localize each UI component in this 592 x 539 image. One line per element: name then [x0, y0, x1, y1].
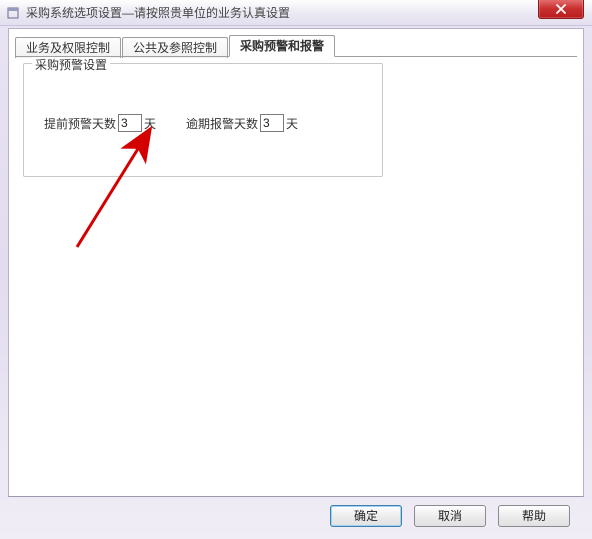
cancel-button-label: 取消: [438, 509, 462, 523]
tab-label: 业务及权限控制: [26, 41, 110, 55]
ok-button[interactable]: 确定: [330, 505, 402, 527]
groupbox-title: 采购预警设置: [32, 56, 110, 73]
tab-public-reference[interactable]: 公共及参照控制: [122, 37, 228, 58]
overdue-unit: 天: [286, 115, 298, 132]
overdue-days-input[interactable]: [260, 114, 284, 132]
dialog-button-bar: 确定 取消 帮助: [8, 501, 584, 531]
tabs-strip: 业务及权限控制 公共及参照控制 采购预警和报警: [15, 35, 577, 57]
tab-content: 采购预警设置 提前预警天数 天 逾期报警天数 天: [15, 57, 577, 490]
ok-button-label: 确定: [354, 509, 378, 523]
pre-warn-field: 提前预警天数 天: [44, 114, 156, 132]
tab-business-permission[interactable]: 业务及权限控制: [15, 37, 121, 58]
tab-purchase-warning[interactable]: 采购预警和报警: [229, 35, 335, 57]
help-button[interactable]: 帮助: [498, 505, 570, 527]
close-button[interactable]: [538, 0, 584, 19]
help-button-label: 帮助: [522, 509, 546, 523]
title-bar: 采购系统选项设置—请按照贵单位的业务认真设置: [0, 0, 592, 26]
app-icon: [6, 6, 20, 20]
client-area: 业务及权限控制 公共及参照控制 采购预警和报警 采购预警设置 提前预警天数 天: [8, 28, 584, 497]
overdue-label: 逾期报警天数: [186, 115, 258, 132]
window-title: 采购系统选项设置—请按照贵单位的业务认真设置: [26, 4, 290, 21]
tab-label: 采购预警和报警: [240, 39, 324, 53]
tab-label: 公共及参照控制: [133, 41, 217, 55]
close-icon: [555, 4, 567, 14]
overdue-field: 逾期报警天数 天: [186, 114, 298, 132]
pre-warn-days-input[interactable]: [118, 114, 142, 132]
pre-warn-unit: 天: [144, 115, 156, 132]
pre-warn-label: 提前预警天数: [44, 115, 116, 132]
groupbox-row: 提前预警天数 天 逾期报警天数 天: [44, 114, 298, 132]
purchase-warning-groupbox: 采购预警设置 提前预警天数 天 逾期报警天数 天: [23, 63, 383, 177]
cancel-button[interactable]: 取消: [414, 505, 486, 527]
